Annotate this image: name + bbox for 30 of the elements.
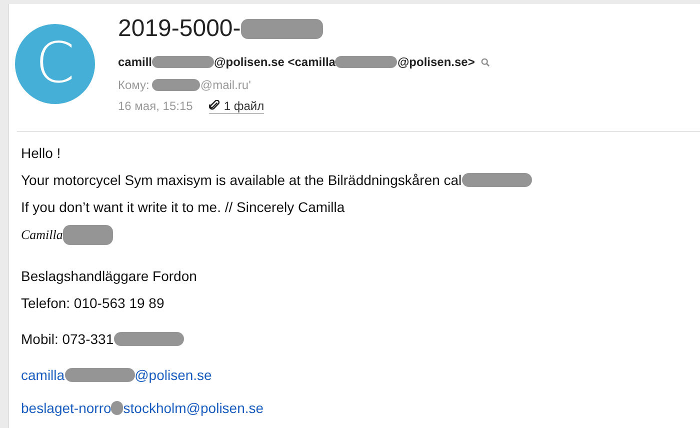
signature-text: Camilla xyxy=(21,227,63,243)
recipient-address: @mail.ru' xyxy=(200,78,251,92)
sender-address[interactable]: camill xyxy=(118,55,152,69)
redaction-mark xyxy=(462,172,532,186)
search-icon[interactable] xyxy=(480,58,490,66)
recipient-label: Кому: xyxy=(118,78,150,92)
paperclip-icon xyxy=(208,100,220,111)
redaction-mark xyxy=(152,79,200,91)
redaction-mark xyxy=(335,56,398,68)
body-text: Your motorcycel Sym maxisym is available at the Bilräddningskåren cal xyxy=(21,172,462,188)
redaction-mark xyxy=(111,400,124,414)
redaction-mark xyxy=(152,56,214,68)
email-link[interactable]: @polisen.se xyxy=(134,366,212,382)
avatar-letter: C xyxy=(35,36,75,92)
body-text: Telefon: 010-563 19 89 xyxy=(21,294,164,310)
sender-address[interactable]: @polisen.se> xyxy=(397,55,475,69)
redaction-mark xyxy=(64,368,135,382)
body-text: Mobil: 073-331 xyxy=(21,330,114,346)
email-link[interactable]: camilla xyxy=(21,366,65,382)
body-text: Hello ! xyxy=(21,144,61,160)
body-text: If you don’t want it write it to me. // Sincerely Camilla xyxy=(21,198,345,214)
redaction-mark xyxy=(62,225,113,245)
attachment-link[interactable]: 1 файл xyxy=(208,98,264,114)
sender-address[interactable]: @polisen.se <camilla xyxy=(214,55,336,69)
email-link[interactable]: beslaget-norro xyxy=(21,400,112,416)
date-text: 16 мая, 15:15 xyxy=(118,99,193,113)
subject-text: 2019-5000- xyxy=(118,15,241,43)
body-text: Beslagshandläggare Fordon xyxy=(21,268,197,284)
email-link[interactable]: stockholm@polisen.se xyxy=(123,400,264,416)
redaction-mark xyxy=(114,332,184,346)
